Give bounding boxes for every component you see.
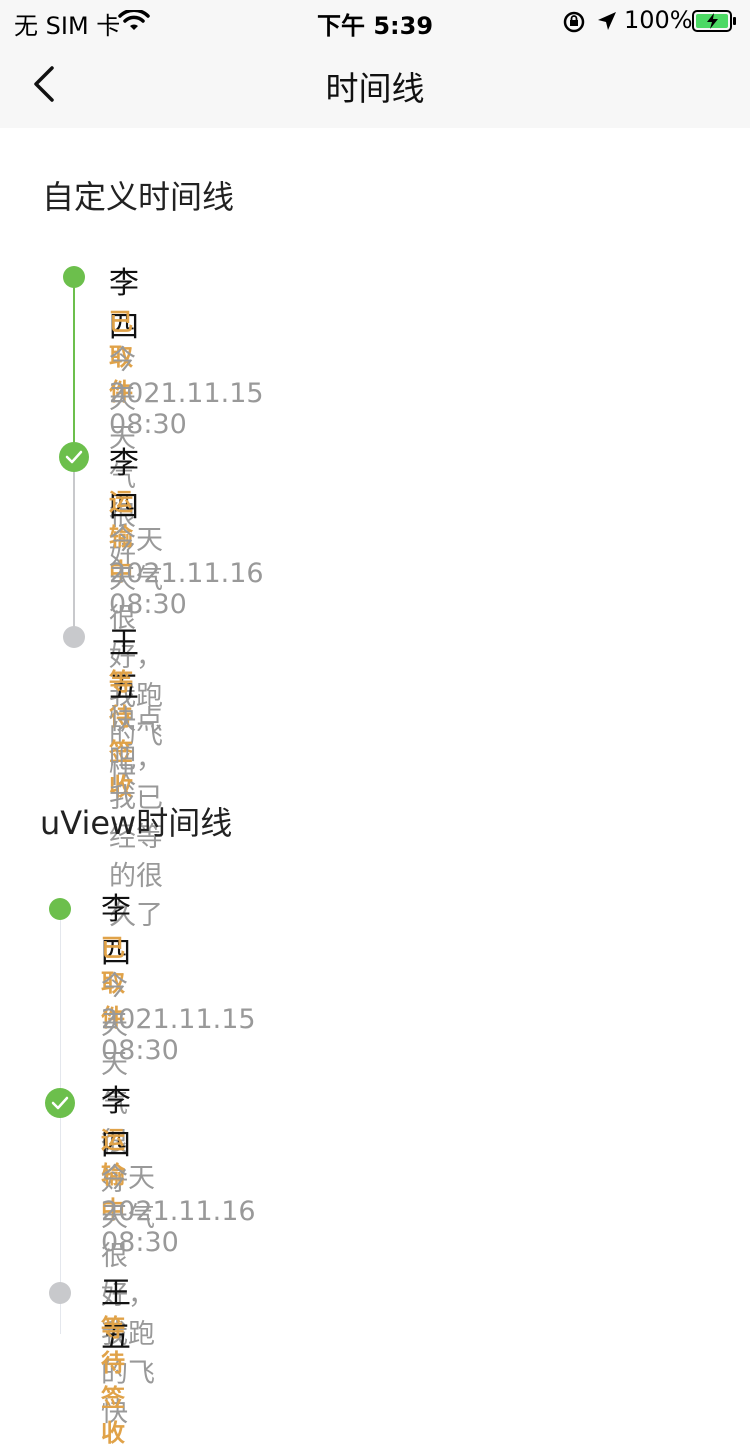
check-circle-icon xyxy=(45,1088,75,1118)
timeline-item-time: 2021.11.15 08:30 xyxy=(101,1004,256,1066)
page-title: 时间线 xyxy=(325,69,425,108)
timeline-dot-done xyxy=(49,898,71,920)
battery-charging-icon xyxy=(692,10,738,36)
timeline-item-time: 2021.11.15 08:30 xyxy=(109,378,264,440)
uview-timeline-title: uView时间线 xyxy=(40,804,233,842)
check-circle-icon xyxy=(59,442,89,472)
timeline-item-time: 2021.11.16 08:30 xyxy=(101,1196,256,1258)
nav-bar: 时间线 xyxy=(0,40,750,128)
status-bar: 无 SIM 卡 下午 5:39 100% xyxy=(0,0,750,40)
timeline-dot-done xyxy=(63,266,85,288)
orientation-lock-icon xyxy=(562,10,586,38)
timeline-item-status: 等待签收 xyxy=(101,1314,125,1447)
timeline-dot-pending xyxy=(49,1282,71,1304)
battery-percent: 100% xyxy=(624,6,693,34)
custom-timeline-title: 自定义时间线 xyxy=(42,178,235,216)
timeline-connector xyxy=(60,920,61,1334)
timeline-connector xyxy=(73,456,75,636)
timeline-dot-pending xyxy=(63,626,85,648)
location-arrow-icon xyxy=(596,10,618,36)
timeline-item-time: 2021.11.16 08:30 xyxy=(109,558,264,620)
timeline-connector xyxy=(73,276,75,456)
